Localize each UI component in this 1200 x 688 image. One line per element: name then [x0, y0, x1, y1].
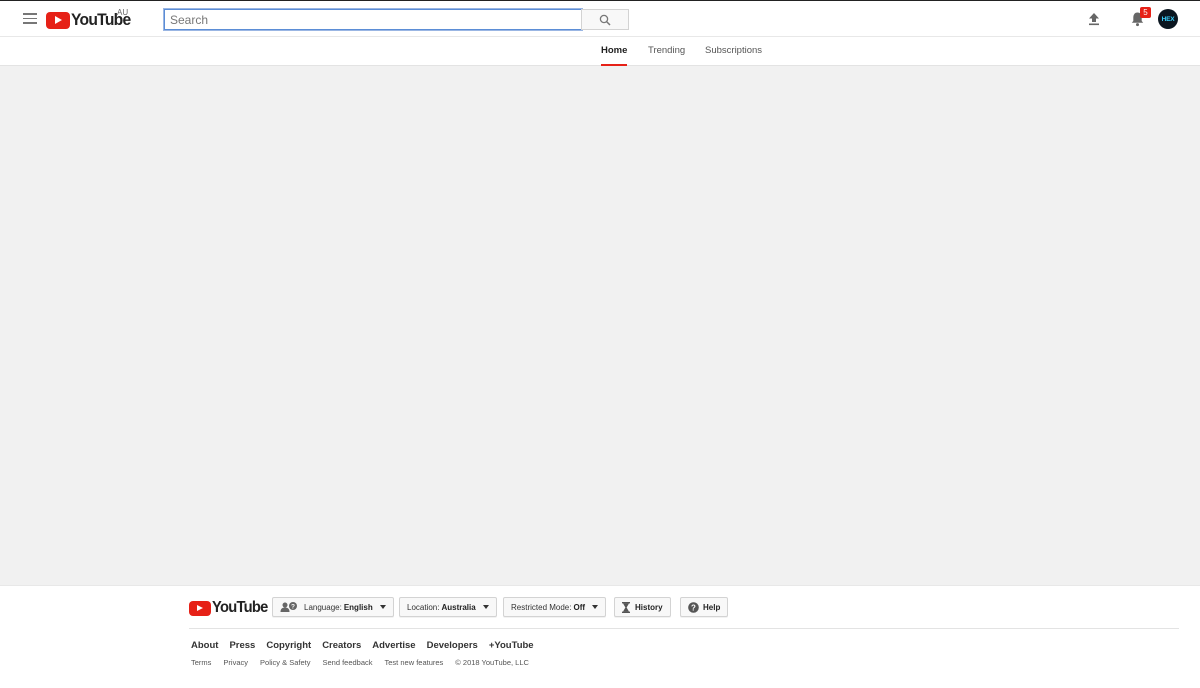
- chevron-down-icon: [592, 605, 599, 609]
- footer: YouTube ? Language: English Location: Au…: [0, 585, 1200, 688]
- help-button[interactable]: ? Help: [680, 597, 729, 617]
- footer-logo-text: YouTube: [212, 599, 268, 616]
- footer-link-test-new-features[interactable]: Test new features: [385, 658, 444, 667]
- restricted-value: Off: [573, 602, 586, 612]
- history-icon: [622, 601, 630, 613]
- footer-link-advertise[interactable]: Advertise: [372, 640, 415, 651]
- search-icon: [599, 14, 611, 26]
- notification-badge: 5: [1140, 7, 1151, 18]
- footer-link-creators[interactable]: Creators: [322, 640, 361, 651]
- svg-text:?: ?: [691, 603, 696, 612]
- menu-icon[interactable]: [23, 13, 37, 25]
- avatar-text: HEX: [1161, 15, 1175, 23]
- help-icon: ?: [688, 601, 699, 613]
- language-label: Language:: [304, 602, 342, 612]
- history-label: History: [635, 602, 663, 612]
- location-value: Australia: [441, 602, 476, 612]
- location-button[interactable]: Location: Australia: [399, 597, 497, 617]
- restricted-mode-button[interactable]: Restricted Mode: Off: [503, 597, 607, 617]
- footer-divider: [189, 628, 1179, 629]
- tab-subscriptions[interactable]: Subscriptions: [705, 37, 762, 66]
- main-content: [0, 66, 1200, 585]
- footer-logo[interactable]: YouTube: [189, 599, 272, 617]
- chevron-down-icon: [379, 605, 386, 609]
- footer-link-privacy[interactable]: Privacy: [223, 658, 248, 667]
- footer-link-about[interactable]: About: [191, 640, 218, 651]
- footer-sublinks: Terms Privacy Policy & Safety Send feedb…: [191, 658, 529, 667]
- play-logo-icon: [189, 600, 211, 616]
- search-input[interactable]: [165, 10, 581, 29]
- history-button[interactable]: History: [614, 597, 671, 617]
- footer-link-send-feedback[interactable]: Send feedback: [322, 658, 372, 667]
- country-code: AU: [117, 8, 129, 17]
- footer-link-terms[interactable]: Terms: [191, 658, 211, 667]
- upload-icon[interactable]: [1087, 12, 1101, 26]
- footer-link-developers[interactable]: Developers: [427, 640, 478, 651]
- language-icon: ?: [280, 602, 297, 612]
- language-button[interactable]: ? Language: English: [272, 597, 394, 617]
- help-label: Help: [703, 602, 721, 612]
- play-logo-icon: [46, 11, 70, 29]
- feed-tabs: Home Trending Subscriptions: [0, 36, 1200, 66]
- masthead: YouTube AU 5 HEX: [0, 0, 1200, 36]
- tab-home[interactable]: Home: [601, 37, 628, 66]
- search-button[interactable]: [581, 9, 629, 30]
- footer-link-press[interactable]: Press: [229, 640, 255, 651]
- tab-trending[interactable]: Trending: [648, 37, 685, 66]
- footer-links: About Press Copyright Creators Advertise…: [191, 640, 534, 651]
- copyright-text: © 2018 YouTube, LLC: [455, 658, 529, 667]
- location-label: Location:: [407, 602, 440, 612]
- language-value: English: [343, 602, 373, 612]
- avatar[interactable]: HEX: [1158, 9, 1178, 29]
- svg-text:?: ?: [291, 604, 295, 611]
- footer-link-copyright[interactable]: Copyright: [266, 640, 311, 651]
- search-box: [163, 8, 583, 31]
- chevron-down-icon: [482, 605, 489, 609]
- footer-link-plus-youtube[interactable]: +YouTube: [489, 640, 534, 651]
- restricted-label: Restricted Mode:: [511, 602, 572, 612]
- footer-link-policy-safety[interactable]: Policy & Safety: [260, 658, 310, 667]
